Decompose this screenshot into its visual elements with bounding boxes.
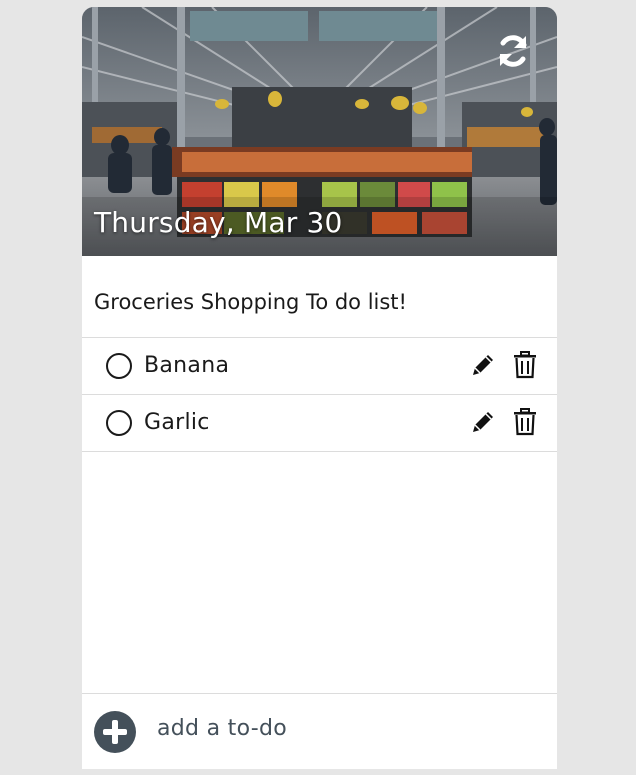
todo-card: Thursday, Mar 30 Groceries Shopping To d… <box>82 7 557 769</box>
refresh-icon[interactable] <box>495 33 531 69</box>
trash-icon[interactable] <box>512 408 538 436</box>
todo-item: Banana <box>82 338 557 395</box>
add-todo-input[interactable]: add a to-do <box>157 716 287 741</box>
todo-item-label: Banana <box>144 353 230 378</box>
todo-item: Garlic <box>82 395 557 452</box>
pencil-icon[interactable] <box>470 352 496 378</box>
trash-icon[interactable] <box>512 351 538 379</box>
complete-checkbox[interactable] <box>106 353 132 379</box>
pencil-icon[interactable] <box>470 409 496 435</box>
add-todo-button[interactable] <box>94 711 136 753</box>
header-image: Thursday, Mar 30 <box>82 7 557 256</box>
divider <box>82 693 557 694</box>
list-title: Groceries Shopping To do list! <box>94 290 407 314</box>
date-heading: Thursday, Mar 30 <box>94 206 343 239</box>
todo-list: Banana Garlic <box>82 338 557 452</box>
todo-item-label: Garlic <box>144 410 210 435</box>
complete-checkbox[interactable] <box>106 410 132 436</box>
